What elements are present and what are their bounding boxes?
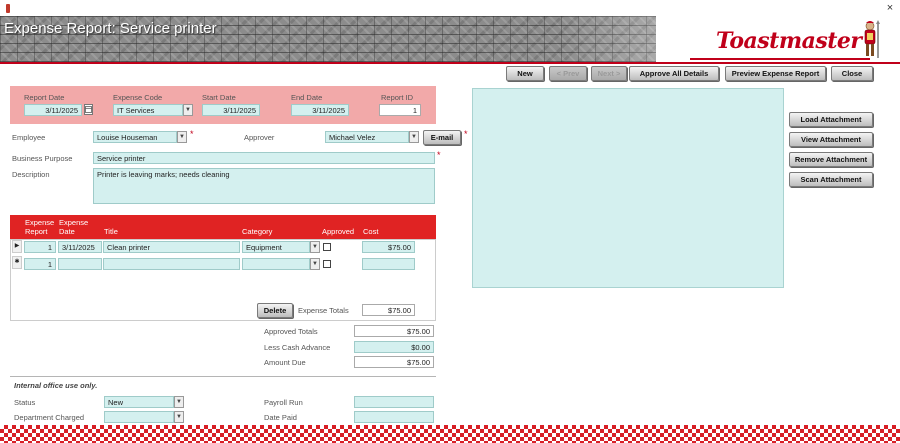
- required-marker: *: [190, 129, 194, 139]
- row-expense-date[interactable]: 3/11/2025: [58, 241, 102, 253]
- payroll-run-field[interactable]: [354, 396, 434, 408]
- preview-expense-report-button[interactable]: Preview Expense Report: [725, 66, 826, 81]
- business-purpose-field[interactable]: Service printer: [93, 152, 435, 164]
- checkered-footer: [0, 425, 900, 443]
- date-paid-field[interactable]: [354, 411, 434, 423]
- brand-underline: [690, 58, 870, 60]
- description-field[interactable]: Printer is leaving marks; needs cleaning: [93, 168, 435, 204]
- row-category-dropdown-icon[interactable]: ▼: [310, 241, 320, 253]
- new-row-expense-date[interactable]: [58, 258, 102, 270]
- calendar-icon[interactable]: [84, 104, 93, 115]
- new-row-selector-icon[interactable]: ✱: [12, 256, 22, 269]
- payroll-run-label: Payroll Run: [264, 398, 303, 407]
- business-purpose-label: Business Purpose: [12, 154, 73, 163]
- col-header-line: Date: [59, 227, 75, 236]
- amount-due-label: Amount Due: [264, 358, 306, 367]
- employee-dropdown-icon[interactable]: ▼: [177, 131, 187, 143]
- cash-advance-label: Less Cash Advance: [264, 343, 331, 352]
- stone-banner-fade: [560, 16, 656, 62]
- cash-advance-field[interactable]: $0.00: [354, 341, 434, 353]
- department-dropdown-icon[interactable]: ▼: [174, 411, 184, 423]
- approved-totals-field: $75.00: [354, 325, 434, 337]
- close-button[interactable]: Close: [831, 66, 873, 81]
- col-header-expense-report: Expense Report: [25, 218, 54, 236]
- new-row-category-dropdown-icon[interactable]: ▼: [310, 258, 320, 270]
- report-date-field[interactable]: 3/11/2025: [24, 104, 82, 116]
- new-row-category[interactable]: [242, 258, 310, 270]
- amount-due-field: $75.00: [354, 356, 434, 368]
- row-title[interactable]: Clean printer: [103, 241, 240, 253]
- start-date-field[interactable]: 3/11/2025: [202, 104, 260, 116]
- approver-dropdown-icon[interactable]: ▼: [409, 131, 419, 143]
- attachment-preview[interactable]: [472, 88, 784, 288]
- description-label: Description: [12, 170, 50, 179]
- end-date-field[interactable]: 3/11/2025: [291, 104, 349, 116]
- expense-totals-field: $75.00: [362, 304, 415, 316]
- status-field[interactable]: New: [104, 396, 174, 408]
- title-bar: Expense Report: Service printer × Toastm…: [0, 0, 900, 62]
- col-header-line: Expense: [59, 218, 89, 227]
- row-expense-report[interactable]: 1: [24, 241, 56, 253]
- prev-button[interactable]: < Prev: [549, 66, 587, 81]
- new-row-approved-checkbox[interactable]: [323, 260, 331, 268]
- expense-code-dropdown-icon[interactable]: ▼: [183, 104, 193, 116]
- approver-field[interactable]: Michael Velez: [325, 131, 409, 143]
- col-header-cost: Cost: [363, 227, 379, 236]
- report-date-label: Report Date: [24, 93, 65, 102]
- start-date-label: Start Date: [202, 93, 236, 102]
- employee-label: Employee: [12, 133, 46, 142]
- remove-attachment-button[interactable]: Remove Attachment: [789, 152, 873, 167]
- internal-use-note: Internal office use only.: [14, 381, 98, 390]
- close-window-icon[interactable]: ×: [884, 2, 896, 14]
- status-dropdown-icon[interactable]: ▼: [174, 396, 184, 408]
- new-row-cost[interactable]: [362, 258, 415, 270]
- expense-code-field[interactable]: IT Services: [113, 104, 183, 116]
- col-header-line: Report: [25, 227, 48, 236]
- department-label: Department Charged: [14, 413, 85, 422]
- knight-icon: [864, 20, 880, 58]
- required-marker: *: [464, 129, 468, 139]
- view-attachment-button[interactable]: View Attachment: [789, 132, 873, 147]
- brand-logo-text: Toastmaster: [716, 28, 862, 54]
- email-button[interactable]: E-mail: [423, 130, 461, 145]
- col-header-expense-date: Expense Date: [59, 218, 88, 236]
- scan-attachment-button[interactable]: Scan Attachment: [789, 172, 873, 187]
- expense-totals-label: Expense Totals: [298, 306, 349, 315]
- approve-all-details-button[interactable]: Approve All Details: [629, 66, 719, 81]
- col-header-line: Expense: [25, 218, 55, 227]
- col-header-approved: Approved: [322, 227, 355, 236]
- date-paid-label: Date Paid: [264, 413, 297, 422]
- row-approved-checkbox[interactable]: [323, 243, 331, 251]
- report-id-label: Report ID: [381, 93, 414, 102]
- approver-label: Approver: [244, 133, 275, 142]
- report-id-field[interactable]: 1: [379, 104, 421, 116]
- employee-field[interactable]: Louise Houseman: [93, 131, 177, 143]
- new-row-expense-report[interactable]: 1: [24, 258, 56, 270]
- load-attachment-button[interactable]: Load Attachment: [789, 112, 873, 127]
- delete-button[interactable]: Delete: [257, 303, 293, 318]
- new-row-title[interactable]: [103, 258, 240, 270]
- col-header-title: Title: [104, 227, 118, 236]
- approved-totals-label: Approved Totals: [264, 327, 318, 336]
- department-field[interactable]: [104, 411, 174, 423]
- expense-code-label: Expense Code: [113, 93, 163, 102]
- end-date-label: End Date: [291, 93, 323, 102]
- row-category[interactable]: Equipment: [242, 241, 310, 253]
- app-icon: [6, 4, 10, 13]
- col-header-category: Category: [242, 227, 273, 236]
- row-selector-icon[interactable]: ▶: [12, 240, 22, 253]
- row-cost[interactable]: $75.00: [362, 241, 415, 253]
- new-button[interactable]: New: [506, 66, 544, 81]
- required-marker: *: [437, 150, 441, 160]
- header-divider: [0, 62, 900, 64]
- section-divider: [10, 376, 436, 377]
- status-label: Status: [14, 398, 36, 407]
- next-button[interactable]: Next >: [591, 66, 627, 81]
- window-title: Expense Report: Service printer: [4, 20, 217, 37]
